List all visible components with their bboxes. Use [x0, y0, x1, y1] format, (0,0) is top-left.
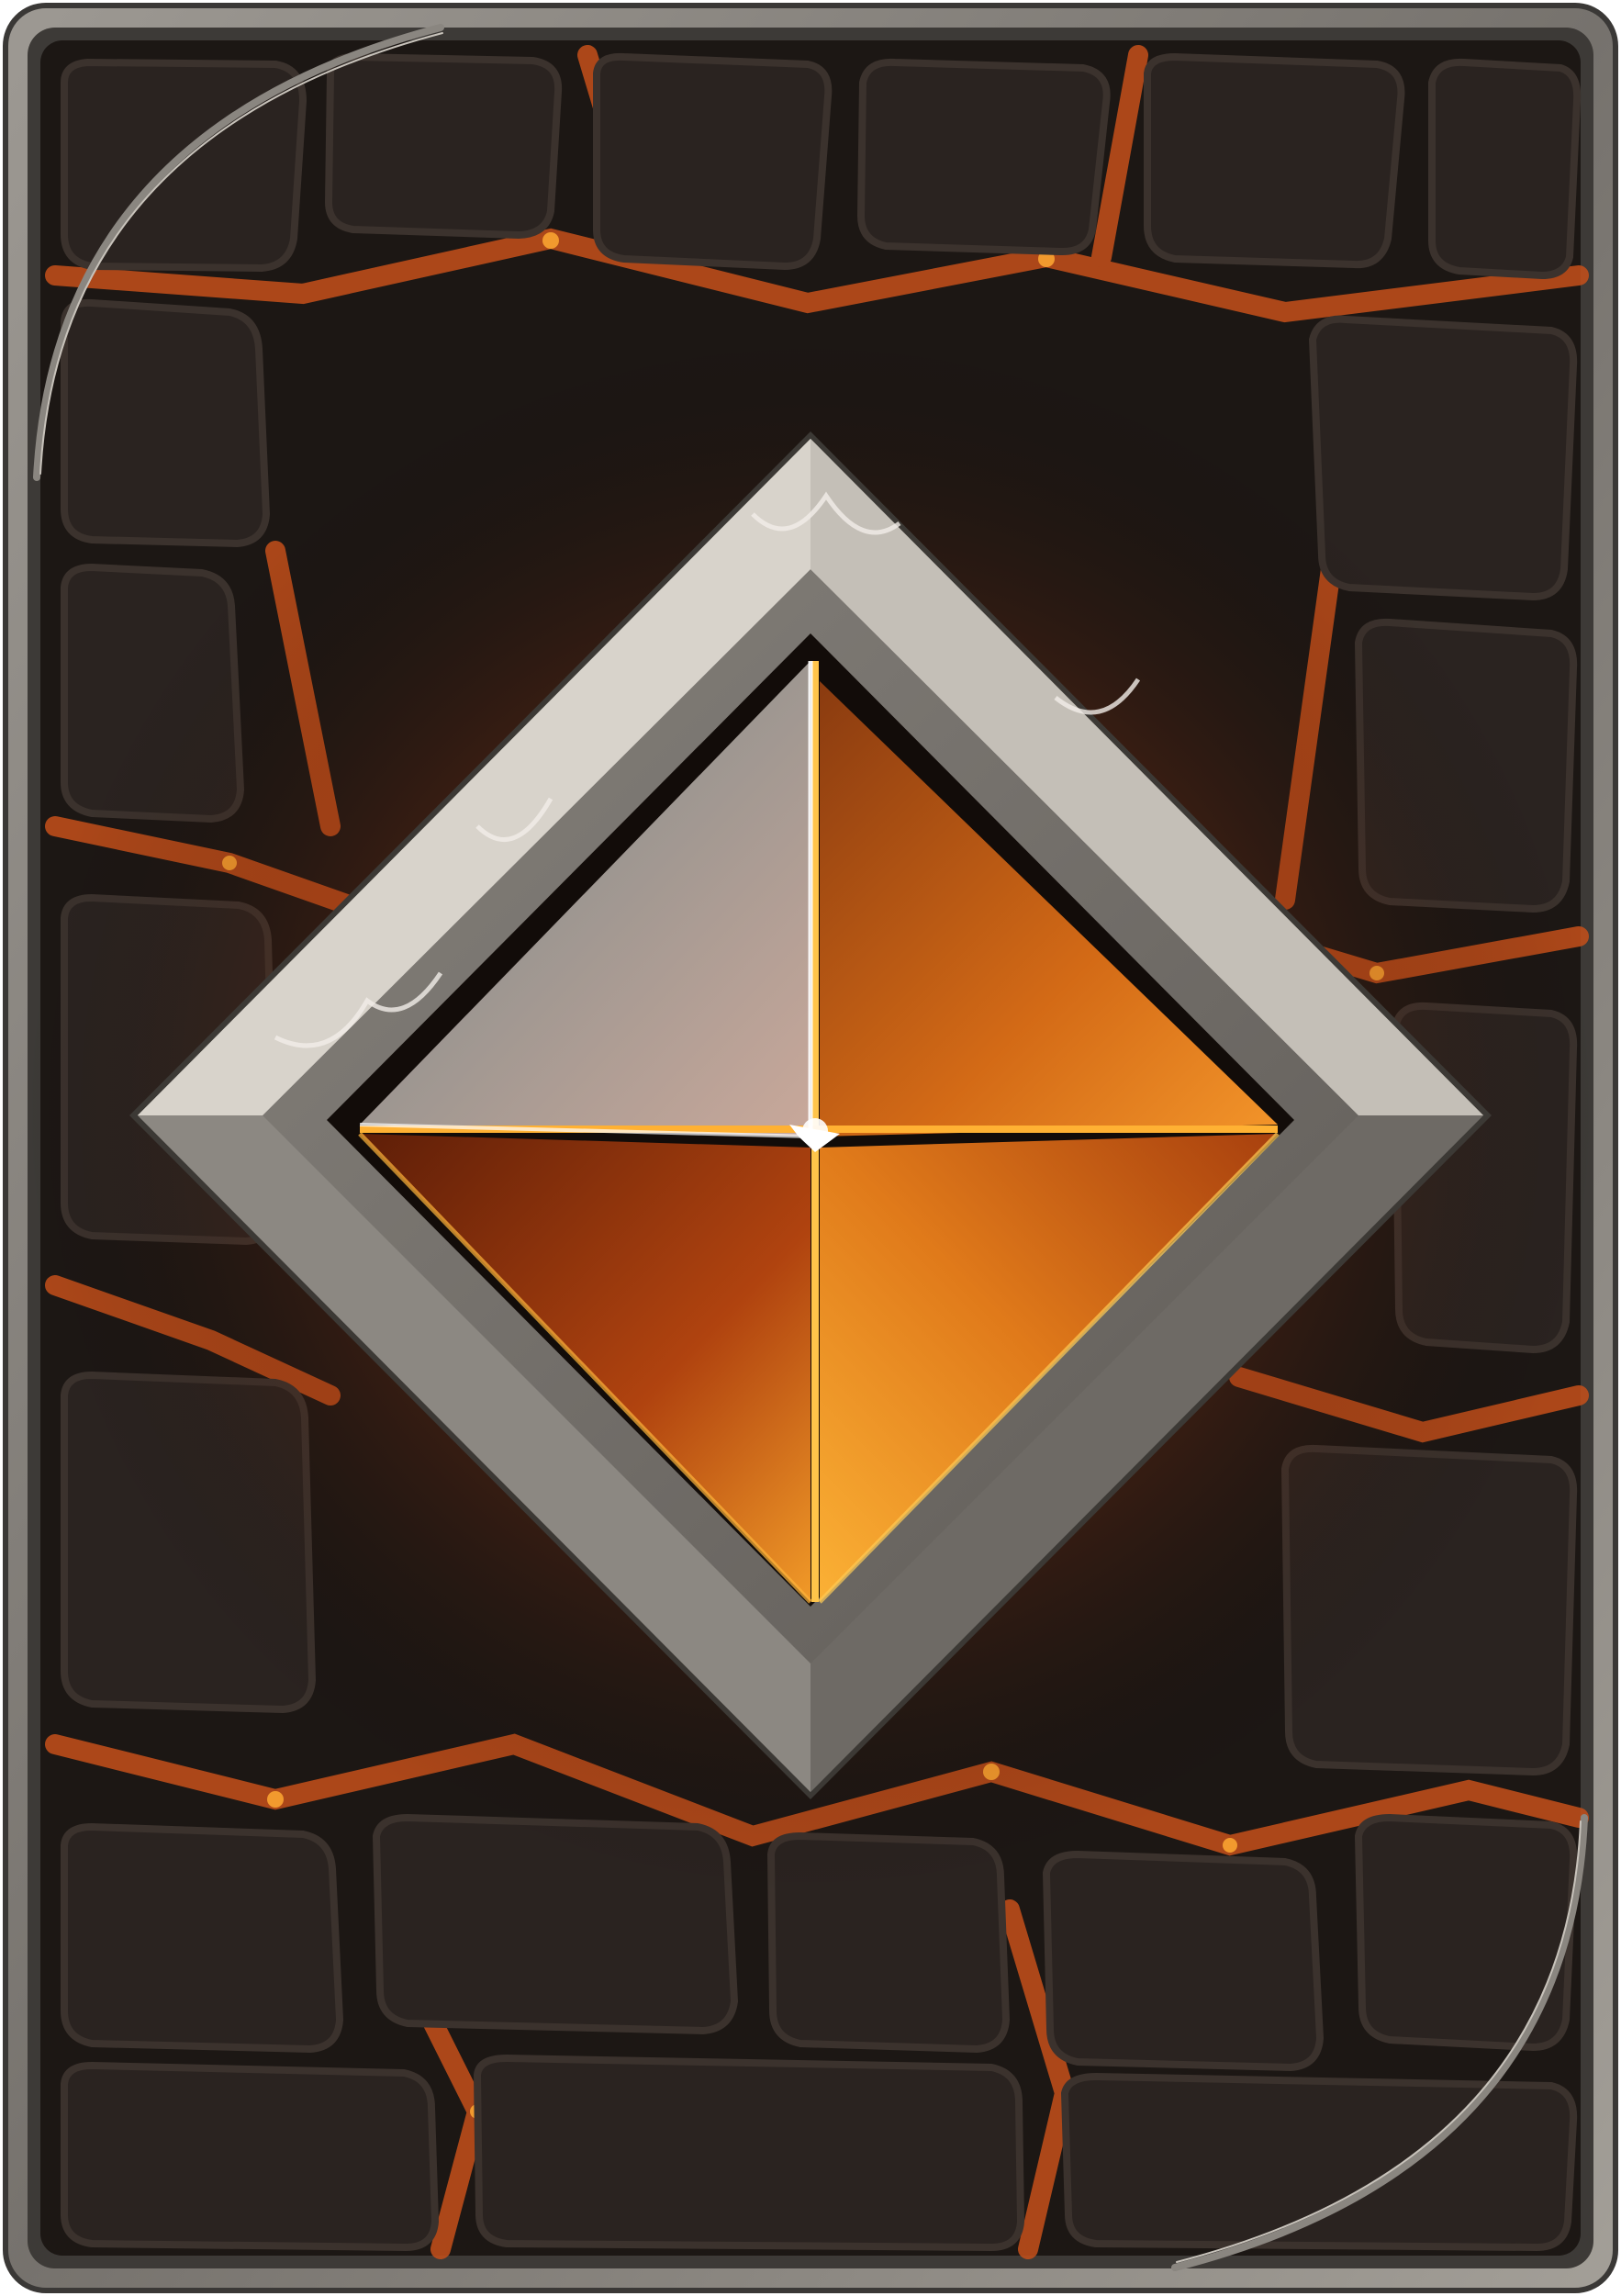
card-back[interactable] [0, 0, 1621, 2296]
card-back-artwork [3, 3, 1618, 2293]
